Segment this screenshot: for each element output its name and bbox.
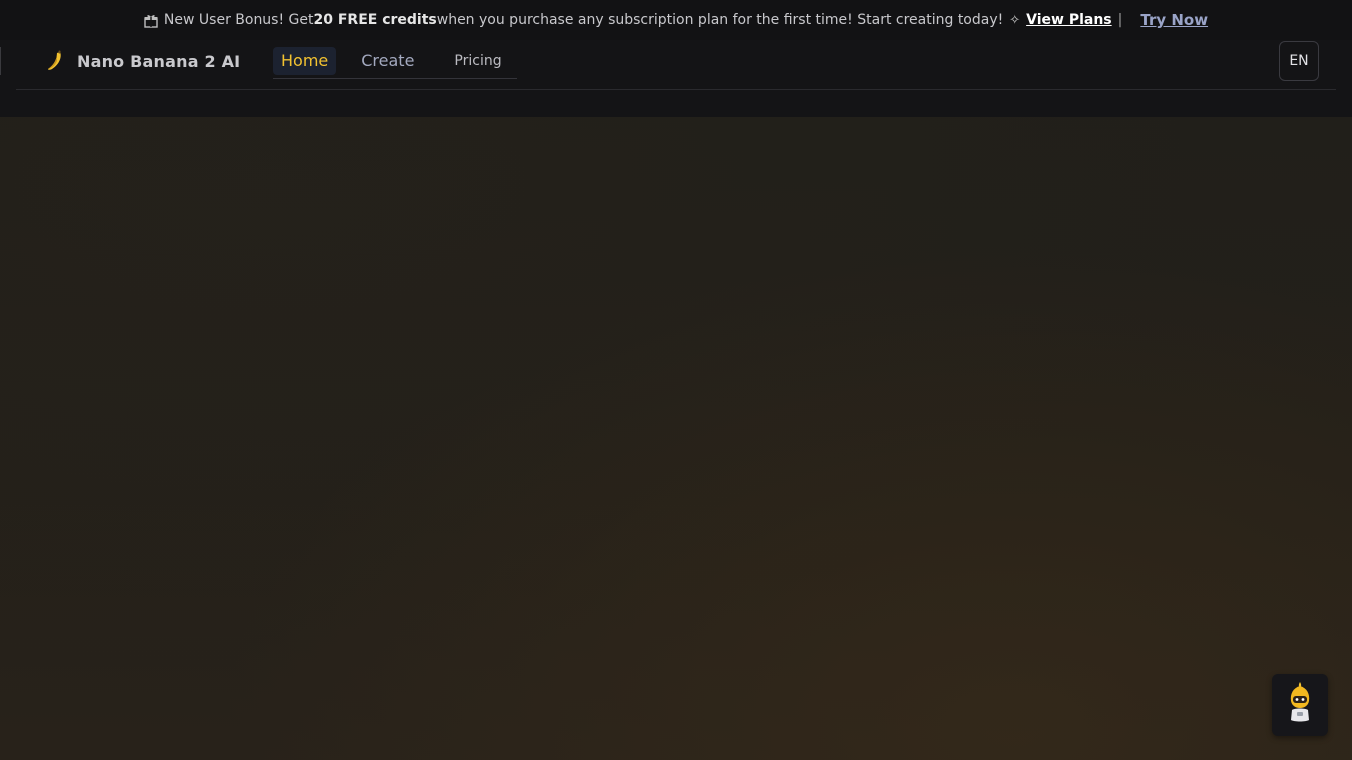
main-nav: Home Create Pricing (273, 44, 517, 79)
assistant-button[interactable] (1272, 674, 1328, 736)
banana-icon (46, 50, 64, 72)
announcement-highlight: 20 FREE credits (313, 12, 437, 28)
announcement-separator: | (1117, 12, 1123, 28)
announcement-bar: New User Bonus! Get 20 FREE credits when… (0, 0, 1352, 40)
sparkle-icon: ✧ (1009, 12, 1021, 28)
nav-create[interactable]: Create (353, 47, 422, 75)
header-edge-divider (0, 47, 1, 75)
header-divider (16, 89, 1336, 90)
try-now-link[interactable]: Try Now (1140, 11, 1208, 29)
page: New User Bonus! Get 20 FREE credits when… (0, 0, 1352, 760)
language-selector[interactable]: EN (1279, 41, 1319, 81)
main-content (0, 117, 1352, 760)
brand-name: Nano Banana 2 AI (77, 51, 241, 71)
nav-home[interactable]: Home (273, 47, 337, 75)
announcement-text-before: New User Bonus! Get (163, 12, 314, 28)
site-header: Nano Banana 2 AI Home Create Pricing EN (0, 40, 1352, 117)
gift-icon (144, 14, 158, 28)
announcement-text-after: when you purchase any subscription plan … (436, 12, 1004, 28)
nav-pricing[interactable]: Pricing (446, 47, 509, 75)
brand-logo-link[interactable]: Nano Banana 2 AI (46, 50, 240, 72)
view-plans-link[interactable]: View Plans (1026, 12, 1112, 28)
